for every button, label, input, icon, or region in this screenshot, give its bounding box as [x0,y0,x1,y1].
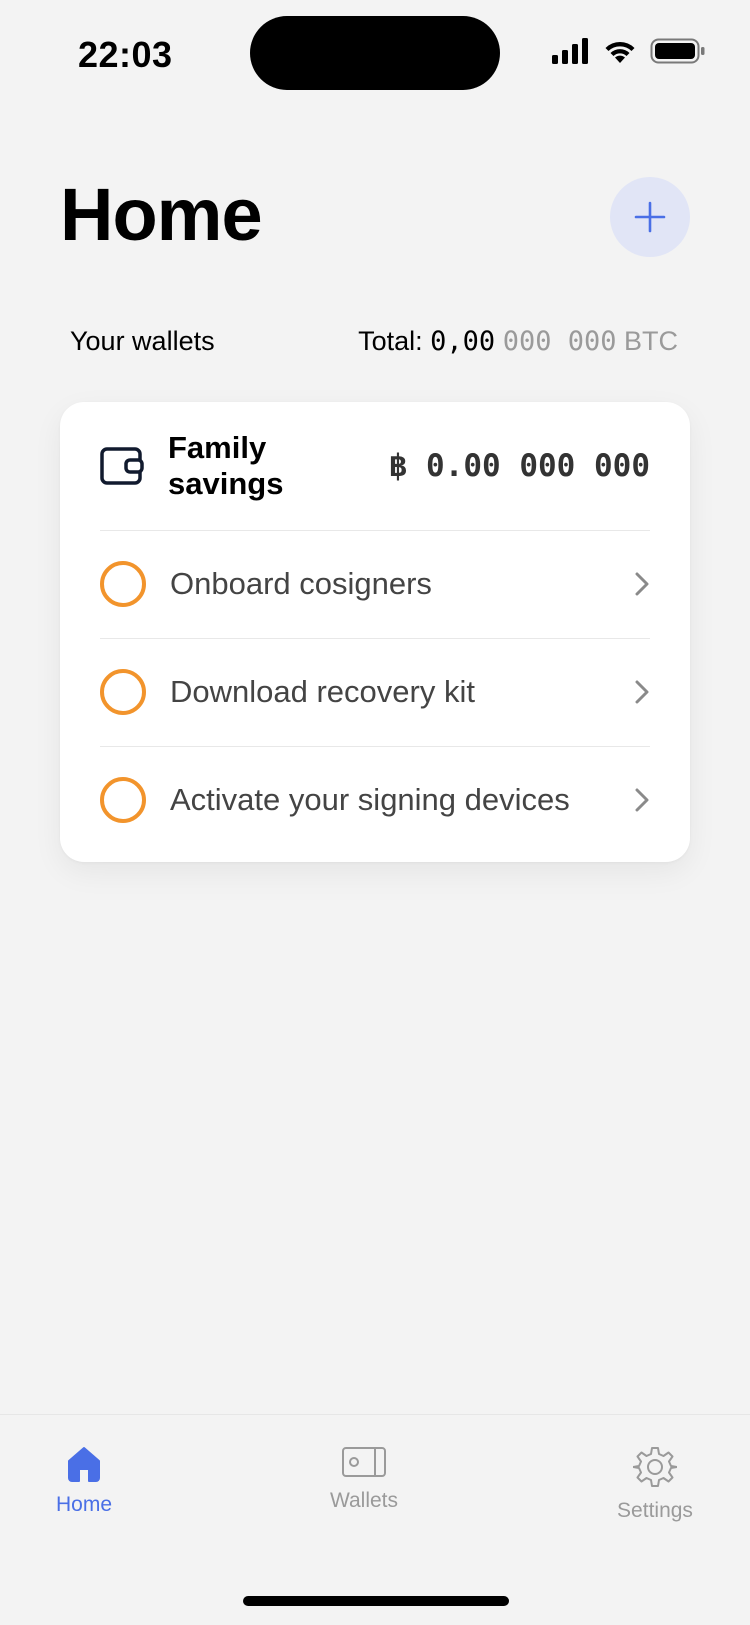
total-value-main: 0,00 [430,326,496,357]
wallet-card[interactable]: Family savings ฿ 0.00 000 000 Onboard co… [60,402,690,862]
task-status-circle [100,669,146,715]
status-time: 22:03 [78,34,173,75]
tab-settings[interactable]: Settings [580,1445,730,1523]
tab-wallets[interactable]: Wallets [289,1445,439,1513]
task-label: Activate your signing devices [170,782,570,817]
status-bar: 22:03 [0,0,750,110]
task-status-circle [100,777,146,823]
gear-icon [633,1447,677,1487]
tab-label: Home [55,1493,113,1516]
chevron-right-icon [635,788,649,812]
tab-home[interactable]: Home [9,1445,159,1517]
total-prefix: Total: [358,326,423,356]
wallet-icon [342,1447,386,1477]
page-title: Home [60,173,263,256]
home-indicator [243,1596,509,1606]
total-balance: Total: 0,00 000 000 BTC [358,326,678,357]
add-wallet-button[interactable] [610,177,690,257]
dynamic-island [250,16,500,90]
task-download-recovery-kit[interactable]: Download recovery kit [100,638,650,746]
wallet-balance: ฿ 0.00 000 000 [388,448,650,484]
task-activate-signing-devices[interactable]: Activate your signing devices [100,746,650,854]
chevron-right-icon [635,680,649,704]
wallet-card-header[interactable]: Family savings ฿ 0.00 000 000 [100,402,650,530]
wallet-name: Family savings [168,430,284,501]
tab-label: Wallets [329,1489,399,1512]
total-value-dim: 000 000 [502,326,617,357]
your-wallets-label: Your wallets [70,326,215,356]
wallets-section-header: Your wallets Total: 0,00 000 000 BTC [70,326,678,357]
wallet-icon [100,447,144,485]
task-onboard-cosigners[interactable]: Onboard cosigners [100,530,650,638]
wifi-icon [605,41,635,63]
cellular-signal-icon [552,38,588,64]
task-status-circle [100,561,146,607]
chevron-right-icon [635,572,649,596]
battery-icon [650,38,705,64]
task-label: Onboard cosigners [170,566,432,601]
total-unit: BTC [624,326,678,356]
task-label: Download recovery kit [170,674,475,709]
status-icons [552,38,706,64]
home-icon [68,1447,100,1482]
plus-icon [634,201,666,233]
tab-label: Settings [617,1499,693,1522]
tab-bar: Home Wallets Settings [0,1414,750,1625]
